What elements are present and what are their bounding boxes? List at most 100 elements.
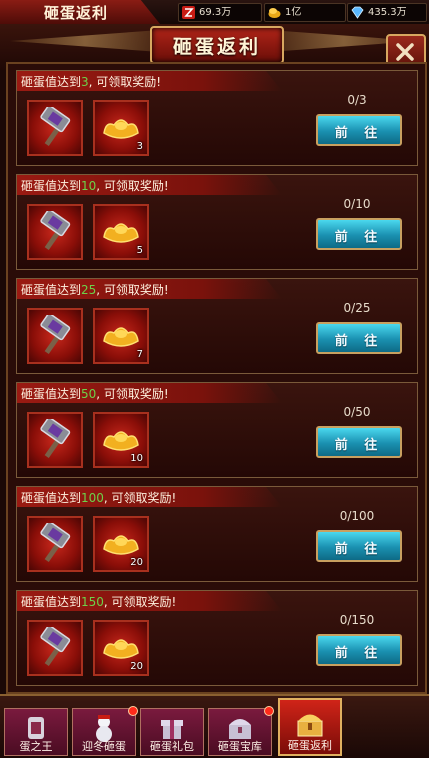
task-header: 砸蛋值达到3, 可领取奖励! [17, 71, 282, 91]
go-button-label: 前 往 [334, 126, 384, 141]
reward-slot-hammer[interactable] [27, 620, 83, 676]
hammer-icon [40, 315, 71, 354]
notification-badge [264, 706, 274, 716]
resource-gold-value: 1亿 [285, 7, 302, 18]
reward-slot-gold-ingot[interactable]: 20 [93, 620, 149, 676]
top-bar: 砸蛋返利 69.3万 1亿 435.3万 [0, 0, 429, 25]
reward-count: 7 [136, 349, 143, 360]
diamond-icon [351, 6, 364, 19]
task-header: 砸蛋值达到10, 可领取奖励! [17, 175, 282, 195]
tab-winter-egg-smash[interactable]: 迎冬砸蛋 [72, 706, 138, 756]
task-title-prefix: 砸蛋值达到 [21, 387, 82, 401]
task-title: 砸蛋值达到150, 可领取奖励! [21, 593, 176, 610]
close-icon [396, 43, 414, 61]
tab-label: 迎冬砸蛋 [82, 740, 126, 753]
resource-diamond: 435.3万 [347, 3, 427, 22]
task-title-suffix: , 可领取奖励! [88, 75, 162, 89]
reward-slot-hammer[interactable] [27, 308, 83, 364]
go-button[interactable]: 前 往 [316, 634, 402, 666]
reward-slot-gold-ingot[interactable]: 7 [93, 308, 149, 364]
top-tab[interactable]: 砸蛋返利 [0, 0, 160, 24]
go-button-label: 前 往 [334, 230, 384, 245]
go-button[interactable]: 前 往 [316, 426, 402, 458]
task-progress: 0/25 [343, 301, 371, 315]
task-target-value: 100 [81, 491, 104, 505]
go-button-label: 前 往 [334, 542, 384, 557]
reward-slot-hammer[interactable] [27, 100, 83, 156]
task-list-panel: 砸蛋值达到3, 可领取奖励! 3 0/3 前 往 砸蛋值达到10, 可领取奖励! [6, 62, 427, 694]
task-title: 砸蛋值达到100, 可领取奖励! [21, 489, 176, 506]
task-progress: 0/150 [339, 613, 375, 627]
banner-plate: 砸蛋返利 [150, 26, 284, 64]
reward-count: 20 [130, 557, 143, 568]
task-progress: 0/100 [339, 509, 375, 523]
task-header: 砸蛋值达到50, 可领取奖励! [17, 383, 282, 403]
zeal-icon [182, 6, 195, 19]
hammer-icon [40, 523, 71, 562]
go-button[interactable]: 前 往 [316, 322, 402, 354]
tab-label: 蛋之王 [19, 740, 53, 753]
page-title: 砸蛋返利 [172, 36, 261, 58]
reward-slot-hammer[interactable] [27, 412, 83, 468]
tab-egg-rebate[interactable]: 砸蛋返利 [278, 698, 342, 756]
task-header: 砸蛋值达到150, 可领取奖励! [17, 591, 282, 611]
resource-diamond-value: 435.3万 [368, 7, 407, 18]
reward-slot-gold-ingot[interactable]: 5 [93, 204, 149, 260]
task-target-value: 50 [81, 387, 97, 401]
task-header: 砸蛋值达到25, 可领取奖励! [17, 279, 282, 299]
reward-count: 3 [136, 141, 143, 152]
go-button[interactable]: 前 往 [316, 218, 402, 250]
reward-slot-gold-ingot[interactable]: 10 [93, 412, 149, 468]
task-card: 砸蛋值达到3, 可领取奖励! 3 0/3 前 往 [16, 70, 418, 166]
task-title-suffix: , 可领取奖励! [96, 387, 169, 401]
notification-badge [128, 706, 138, 716]
task-progress: 0/10 [343, 197, 371, 211]
reward-count: 5 [136, 245, 143, 256]
task-card: 砸蛋值达到100, 可领取奖励! 20 0/100 前 往 [16, 486, 418, 582]
go-button[interactable]: 前 往 [316, 114, 402, 146]
resource-zeal: 69.3万 [178, 3, 262, 22]
go-button[interactable]: 前 往 [316, 530, 402, 562]
hammer-icon [40, 211, 71, 250]
go-button-label: 前 往 [334, 334, 384, 349]
task-title: 砸蛋值达到3, 可领取奖励! [21, 73, 161, 90]
tab-label: 砸蛋返利 [288, 739, 332, 752]
tab-egg-gift-pack[interactable]: 砸蛋礼包 [140, 708, 204, 756]
rebate-chest-icon [297, 714, 323, 737]
task-target-value: 10 [81, 179, 97, 193]
tab-egg-treasury[interactable]: 砸蛋宝库 [208, 706, 274, 756]
hammer-icon [40, 419, 71, 458]
task-title-suffix: , 可领取奖励! [96, 179, 169, 193]
task-title-suffix: , 可领取奖励! [103, 491, 177, 505]
task-title: 砸蛋值达到10, 可领取奖励! [21, 177, 169, 194]
task-title-prefix: 砸蛋值达到 [21, 179, 82, 193]
reward-slot-hammer[interactable] [27, 516, 83, 572]
top-tab-label: 砸蛋返利 [44, 4, 109, 22]
task-progress: 0/3 [347, 93, 367, 107]
reward-slot-hammer[interactable] [27, 204, 83, 260]
task-card: 砸蛋值达到150, 可领取奖励! 20 0/150 前 往 [16, 590, 418, 686]
reward-slot-gold-ingot[interactable]: 20 [93, 516, 149, 572]
task-target-value: 25 [81, 283, 97, 297]
task-title: 砸蛋值达到25, 可领取奖励! [21, 281, 169, 298]
resource-gold: 1亿 [264, 3, 346, 22]
reward-count: 10 [130, 453, 143, 464]
reward-count: 20 [130, 661, 143, 672]
tab-label: 砸蛋宝库 [218, 740, 262, 753]
go-button-label: 前 往 [334, 646, 384, 661]
tab-egg-king[interactable]: 蛋之王 [4, 708, 68, 756]
task-header: 砸蛋值达到100, 可领取奖励! [17, 487, 282, 507]
task-progress: 0/50 [343, 405, 371, 419]
bottom-tab-bar: 蛋之王 迎冬砸蛋 砸蛋礼包 砸蛋宝库 砸蛋返利 [0, 694, 429, 758]
reward-slot-gold-ingot[interactable]: 3 [93, 100, 149, 156]
gold-coin-icon [268, 8, 281, 18]
task-title-prefix: 砸蛋值达到 [21, 283, 82, 297]
hammer-icon [40, 627, 71, 666]
resource-zeal-value: 69.3万 [199, 7, 232, 18]
tab-label: 砸蛋礼包 [150, 740, 194, 753]
task-card: 砸蛋值达到10, 可领取奖励! 5 0/10 前 往 [16, 174, 418, 270]
task-card: 砸蛋值达到25, 可领取奖励! 7 0/25 前 往 [16, 278, 418, 374]
go-button-label: 前 往 [334, 438, 384, 453]
task-title-prefix: 砸蛋值达到 [21, 491, 82, 505]
task-title-prefix: 砸蛋值达到 [21, 75, 82, 89]
